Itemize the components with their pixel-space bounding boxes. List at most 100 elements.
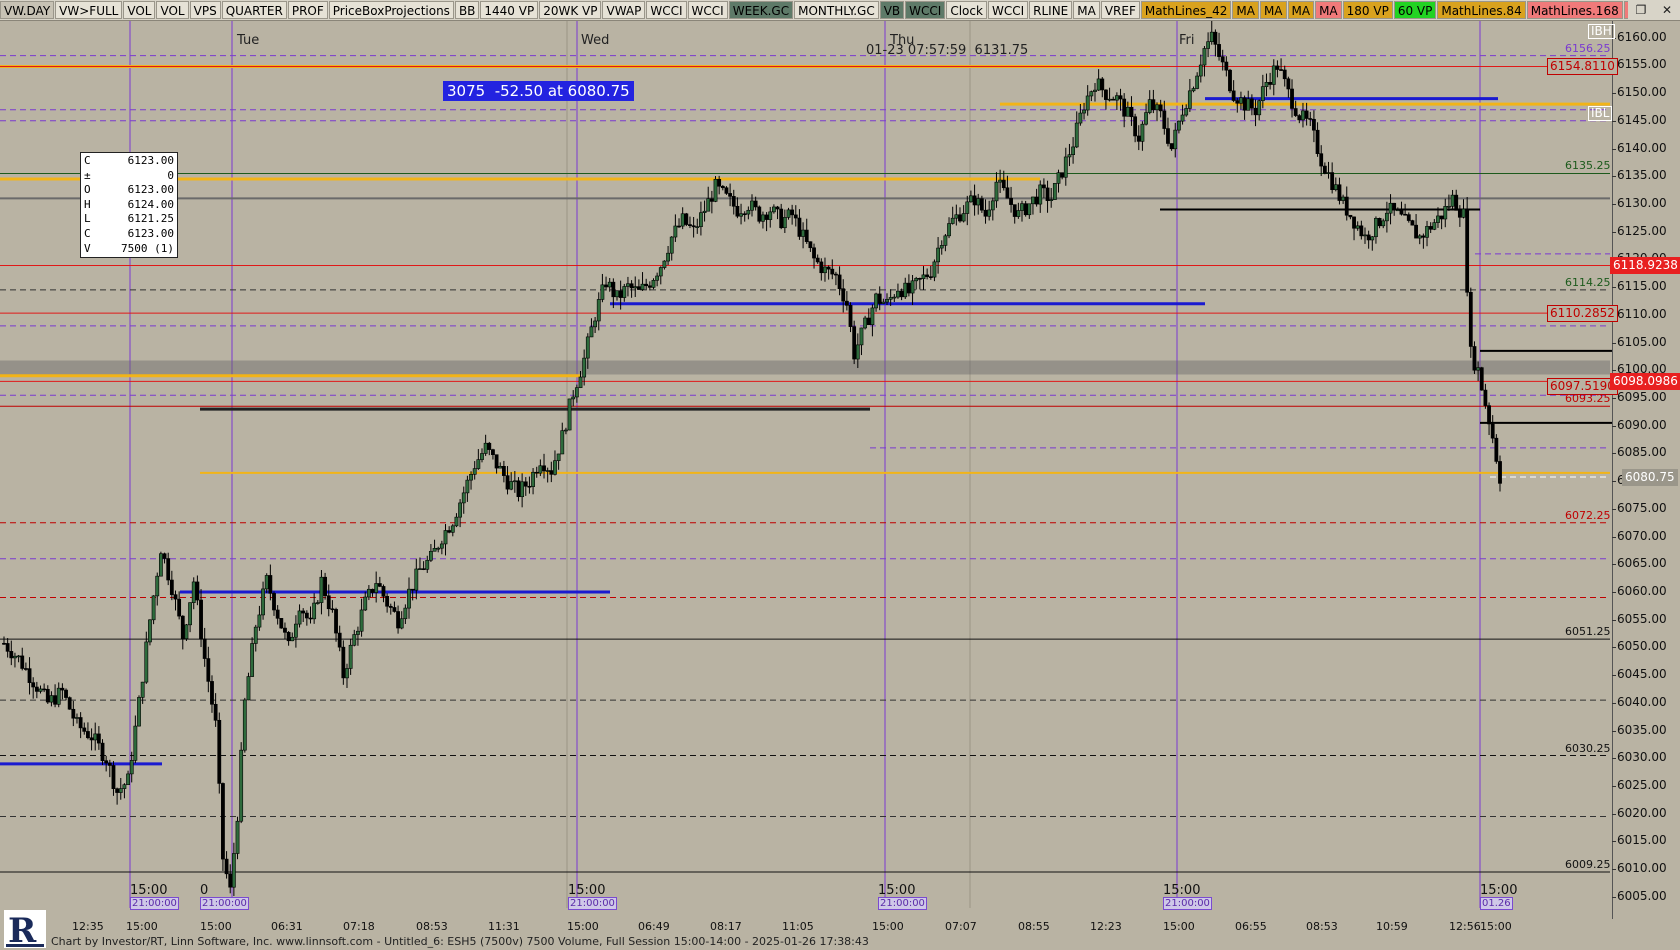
price-chart[interactable] xyxy=(0,21,1612,908)
toolbar-button-clock[interactable]: Clock xyxy=(946,1,987,19)
price-tick-label: 6055.00 xyxy=(1612,612,1667,626)
toolbar-button-mathlines-42[interactable]: MathLines_42 xyxy=(1140,1,1232,19)
candle-body xyxy=(169,579,174,595)
toolbar-button-vol[interactable]: VOL xyxy=(123,1,156,19)
toolbar-button-20wk-vp[interactable]: 20WK VP xyxy=(539,1,602,19)
time-tick-label: 07:07 xyxy=(945,920,977,933)
toolbar-button-vol[interactable]: VOL xyxy=(156,1,189,19)
candle-body xyxy=(283,627,287,633)
candle-body xyxy=(1144,112,1148,125)
candle-body xyxy=(1125,106,1130,117)
day-label: Thu xyxy=(890,33,915,48)
toolbar-button-vw-day[interactable]: VW.DAY xyxy=(0,1,55,19)
toolbar-button-prof[interactable]: PROF xyxy=(287,1,328,19)
candle-body xyxy=(768,211,773,220)
toolbar-button-wcci[interactable]: WCCI xyxy=(905,1,946,19)
candle-body xyxy=(396,611,400,629)
candle-body xyxy=(363,596,368,611)
toolbar-button-wcci[interactable]: WCCI xyxy=(646,1,687,19)
candle-body xyxy=(1468,291,1473,347)
candle-body xyxy=(567,398,572,431)
ohlc-row: C 6123.00 xyxy=(84,227,174,242)
candle-body xyxy=(717,178,722,187)
candle-body xyxy=(188,602,192,626)
toolbar-button-ma[interactable]: MA xyxy=(1073,1,1100,19)
candle-body xyxy=(626,283,630,287)
candle-body xyxy=(1326,172,1331,174)
toolbar-button-vwap[interactable]: VWAP xyxy=(602,1,646,19)
session-date-box: 21:00:00 xyxy=(130,897,179,910)
toolbar-button-ma[interactable]: MA xyxy=(1259,1,1287,19)
candle-body xyxy=(1414,224,1418,239)
toolbar-button-vref[interactable]: VREF xyxy=(1100,1,1140,19)
toolbar-button-wcci[interactable]: WCCI xyxy=(987,1,1029,19)
toolbar-button-ma[interactable]: MA xyxy=(1315,1,1342,19)
candle-body xyxy=(1136,135,1141,142)
candle-body xyxy=(42,688,47,691)
time-axis[interactable]: 12:35 15:00 15:00 06:31 07:18 08:53 11:31 15:00… xyxy=(0,908,1612,934)
toolbar-button-quarter[interactable]: QUARTER xyxy=(221,1,287,19)
candle-body xyxy=(1005,187,1010,199)
toolbar-button-monthly-gc[interactable]: MONTHLY.GC xyxy=(794,1,879,19)
time-tick-label: 15:00 xyxy=(1163,920,1195,933)
toolbar-button-mathlines-168[interactable]: MathLines.168 xyxy=(1526,1,1623,19)
candle-body xyxy=(180,615,185,639)
svg-text:R: R xyxy=(8,911,37,948)
candle-body xyxy=(691,225,696,228)
candle-body xyxy=(1202,48,1207,66)
candle-body xyxy=(589,326,594,338)
candle-body xyxy=(115,788,120,793)
candle-body xyxy=(111,765,116,789)
candle-body xyxy=(304,612,309,619)
toolbar-button-week-gc[interactable]: WEEK.GC xyxy=(728,1,794,19)
candle-body xyxy=(191,581,196,603)
status-bar: Chart by Investor/RT, Linn Software, Inc… xyxy=(0,934,1680,950)
candle-body xyxy=(797,217,802,237)
candle-body xyxy=(297,610,302,625)
candle-body xyxy=(673,225,678,238)
close-icon[interactable]: ✕ xyxy=(1654,0,1680,20)
toolbar-button-1440-vp[interactable]: 1440 VP xyxy=(480,1,539,19)
candle-body xyxy=(476,459,481,469)
toolbar-button-vw-full[interactable]: VW>FULL xyxy=(55,1,123,19)
candle-body xyxy=(906,282,911,294)
toolbar-button-mathlines-84[interactable]: MathLines.84 xyxy=(1437,1,1526,19)
candle-body xyxy=(1111,98,1116,101)
toolbar-button-180-vp[interactable]: 180 VP xyxy=(1342,1,1393,19)
toolbar-button-priceboxprojections[interactable]: PriceBoxProjections xyxy=(328,1,454,19)
toolbar-button-vps[interactable]: VPS xyxy=(189,1,221,19)
price-tick-label: 6145.00 xyxy=(1612,113,1667,127)
candle-body xyxy=(826,266,831,270)
candle-body xyxy=(1093,89,1097,92)
candle-body xyxy=(1209,31,1214,42)
price-tick-label: 6060.00 xyxy=(1612,584,1667,598)
candle-body xyxy=(432,548,437,552)
time-tick-label: 10:59 xyxy=(1376,920,1408,933)
candle-body xyxy=(1067,154,1072,158)
candle-body xyxy=(450,525,455,533)
day-label: Wed xyxy=(581,33,610,48)
candle-body xyxy=(775,206,780,210)
candle-body xyxy=(447,530,452,533)
candle-body xyxy=(1114,95,1119,101)
candle-body xyxy=(903,282,908,298)
candle-body xyxy=(662,260,667,268)
toolbar-button-bb[interactable]: BB xyxy=(454,1,480,19)
candle-body xyxy=(695,226,700,228)
restore-icon[interactable]: ❐ xyxy=(1628,0,1654,20)
level-value-label: 6135.25 xyxy=(1565,159,1611,173)
candle-body xyxy=(224,858,229,875)
toolbar-button-rline[interactable]: RLINE xyxy=(1029,1,1073,19)
toolbar-button-ma[interactable]: MA xyxy=(1232,1,1259,19)
candle-body xyxy=(1450,194,1455,207)
toolbar-button-60-vp[interactable]: 60 VP xyxy=(1393,1,1437,19)
candle-body xyxy=(242,699,247,751)
toolbar-button-vb[interactable]: VB xyxy=(879,1,905,19)
candle-body xyxy=(972,195,977,206)
toolbar-button-ma[interactable]: MA xyxy=(1287,1,1315,19)
price-tick-label: 6040.00 xyxy=(1612,695,1667,709)
candle-body xyxy=(844,300,849,306)
candle-body xyxy=(93,733,98,741)
toolbar-button-wcci[interactable]: WCCI xyxy=(687,1,728,19)
candle-body xyxy=(571,396,576,400)
